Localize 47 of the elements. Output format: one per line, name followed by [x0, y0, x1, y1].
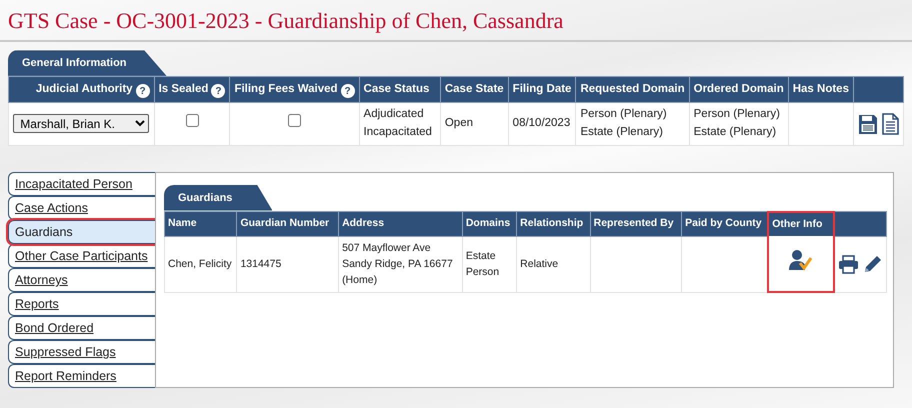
help-icon[interactable]: ?: [340, 84, 355, 98]
column-header: Filing Date: [508, 76, 576, 103]
address-text: 507 Mayflower Ave: [342, 240, 431, 256]
column-header: Judicial Authority ?: [8, 76, 154, 103]
sidebar-tab[interactable]: Other Case Participants: [8, 244, 155, 268]
sidebar-tab[interactable]: Report Reminders: [8, 364, 155, 388]
case-status-text: Adjudicated: [364, 107, 424, 122]
column-header: Guardian Number: [236, 212, 339, 236]
page-title: GTS Case - OC-3001-2023 - Guardianship of Chen, Cassandra: [0, 0, 912, 42]
column-header: Has Notes: [788, 76, 854, 103]
column-header: Case Status: [359, 76, 440, 103]
domain-text: Person: [466, 265, 500, 280]
column-header: Is Sealed ?: [154, 76, 230, 103]
sidebar-tab[interactable]: Case Actions: [8, 196, 155, 220]
domain-text: Estate (Plenary): [694, 125, 776, 140]
sidebar-tab[interactable]: Reports: [8, 292, 155, 316]
domain-text: Estate (Plenary): [580, 125, 663, 140]
domain-text: Person (Plenary): [580, 107, 667, 122]
column-header: Represented By: [590, 212, 682, 236]
column-header: Other Info: [768, 212, 834, 236]
column-header: Paid by County: [682, 212, 768, 236]
address-text: Sandy Ridge, PA 16677: [342, 257, 453, 272]
sidebar-tab[interactable]: Guardians: [8, 220, 155, 244]
table-cell: 1314475: [236, 236, 339, 292]
column-header: Requested Domain: [576, 76, 690, 103]
address-text: (Home): [342, 273, 378, 288]
column-header: Relationship: [516, 212, 590, 236]
sidebar-tab[interactable]: Incapacitated Person: [8, 172, 155, 196]
table-cell: Open: [440, 102, 508, 146]
table-cell: 08/10/2023: [508, 102, 576, 146]
help-icon[interactable]: ?: [211, 84, 226, 98]
column-header: Ordered Domain: [689, 76, 788, 103]
column-header: Address: [338, 212, 462, 236]
sidebar-tab[interactable]: Bond Ordered: [8, 316, 155, 340]
sidebar-tab[interactable]: Attorneys: [8, 268, 155, 292]
table-cell: Chen, Felicity: [164, 236, 237, 292]
case-status-text: Incapacitated: [364, 125, 432, 140]
domain-text: Person (Plenary): [694, 107, 780, 122]
judicial-authority-select[interactable]: Marshall, Brian K.: [13, 114, 150, 134]
domain-text: Estate: [466, 248, 496, 264]
help-icon[interactable]: ?: [136, 84, 150, 98]
column-header: Filing Fees Waived ?: [230, 76, 360, 103]
table-cell: Relative: [516, 236, 590, 292]
column-header: Domains: [462, 212, 517, 236]
column-header: Name: [164, 212, 237, 236]
sidebar-tab[interactable]: Suppressed Flags: [8, 340, 155, 364]
column-header: Case State: [440, 76, 508, 103]
